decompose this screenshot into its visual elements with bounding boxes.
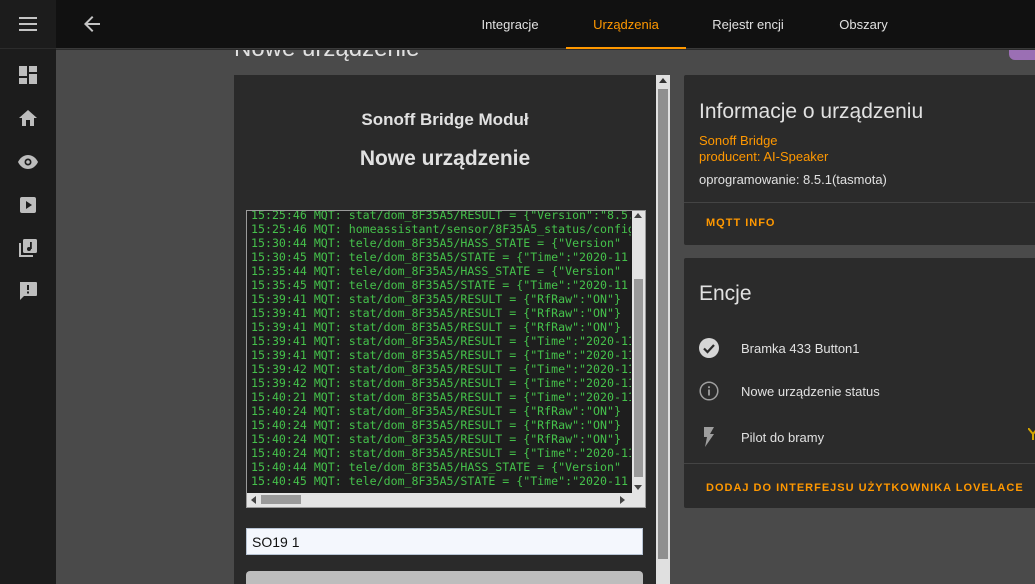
console-line: 15:35:45 MQT: tele/dom_8F35A5/STATE = {"… bbox=[251, 278, 628, 292]
sidebar bbox=[0, 0, 56, 584]
add-to-lovelace-button[interactable]: DODAJ DO INTERFEJSU UŻYTKOWNIKA LOVELACE bbox=[706, 482, 1024, 494]
page-title: Nowe urządzenie bbox=[234, 50, 419, 63]
card-divider bbox=[684, 463, 1035, 464]
dashboard-grid-icon bbox=[19, 66, 37, 84]
toggle-icon[interactable] bbox=[1028, 428, 1035, 440]
entity-row[interactable]: Bramka 433 Button1 bbox=[698, 333, 1028, 363]
back-button[interactable] bbox=[78, 10, 106, 38]
console-line: 15:25:46 MQT: stat/dom_8F35A5/RESULT = {… bbox=[251, 210, 631, 222]
sidebar-item-watch[interactable] bbox=[0, 142, 56, 182]
console-line: 15:39:41 MQT: stat/dom_8F35A5/RESULT = {… bbox=[251, 348, 631, 362]
console-line: 15:40:24 MQT: stat/dom_8F35A5/RESULT = {… bbox=[251, 432, 621, 446]
entity-name: Nowe urządzenie status bbox=[741, 383, 880, 399]
card-divider bbox=[684, 202, 1035, 203]
tab-entity-registry[interactable]: Rejestr encji bbox=[693, 0, 803, 49]
console-scroll-thumb[interactable] bbox=[634, 279, 643, 477]
console-line: 15:30:45 MQT: tele/dom_8F35A5/STATE = {"… bbox=[251, 250, 628, 264]
scroll-up-arrow-icon[interactable] bbox=[634, 213, 642, 218]
device-image bbox=[1009, 50, 1035, 60]
device-info-title: Informacje o urządzeniu bbox=[699, 100, 924, 123]
sidebar-item-messages[interactable] bbox=[0, 271, 56, 311]
scroll-right-arrow-icon[interactable] bbox=[620, 496, 625, 504]
sidebar-item-home[interactable] bbox=[0, 98, 56, 138]
eye-icon bbox=[18, 155, 38, 169]
mqtt-info-button[interactable]: MQTT INFO bbox=[706, 217, 776, 229]
entity-row[interactable]: Pilot do bramy bbox=[698, 422, 1028, 452]
check-circle-icon bbox=[698, 337, 720, 359]
flash-icon bbox=[698, 426, 720, 448]
dialog-scroll-thumb[interactable] bbox=[658, 89, 668, 559]
play-box-icon bbox=[20, 197, 36, 213]
tab-areas[interactable]: Obszary bbox=[816, 0, 911, 49]
device-info-card: Informacje o urządzeniu Sonoff Bridge pr… bbox=[684, 75, 1035, 245]
command-input[interactable] bbox=[246, 528, 643, 555]
home-icon bbox=[19, 110, 37, 126]
entity-name: Pilot do bramy bbox=[741, 429, 825, 445]
console-hscroll-thumb[interactable] bbox=[261, 495, 301, 504]
device-firmware: oprogramowanie: 8.5.1(tasmota) bbox=[699, 172, 887, 187]
sidebar-item-media[interactable] bbox=[0, 185, 56, 225]
dialog-scrollbar[interactable] bbox=[656, 75, 670, 584]
console-line: 15:39:41 MQT: stat/dom_8F35A5/RESULT = {… bbox=[251, 320, 621, 334]
entity-row[interactable]: Nowe urządzenie status bbox=[698, 376, 1028, 406]
device-manufacturer: producent: AI-Speaker bbox=[699, 149, 829, 164]
scroll-left-arrow-icon[interactable] bbox=[251, 496, 256, 504]
music-library-icon bbox=[19, 239, 37, 257]
console-line: 15:40:24 MQT: stat/dom_8F35A5/RESULT = {… bbox=[251, 446, 631, 460]
console-line: 15:39:41 MQT: stat/dom_8F35A5/RESULT = {… bbox=[251, 292, 621, 306]
console-horizontal-scrollbar[interactable] bbox=[247, 493, 645, 507]
top-app-bar: Integracje Urządzenia Rejestr encji Obsz… bbox=[56, 0, 1035, 49]
console-line: 15:25:46 MQT: homeassistant/sensor/8F35A… bbox=[251, 222, 631, 236]
device-console-dialog: Sonoff Bridge Moduł Nowe urządzenie 15:2… bbox=[234, 75, 670, 584]
tab-integrations[interactable]: Integracje bbox=[456, 0, 564, 49]
console-line: 15:39:41 MQT: stat/dom_8F35A5/RESULT = {… bbox=[251, 334, 631, 348]
dialog-title: Nowe urządzenie bbox=[359, 147, 531, 170]
hamburger-menu-icon bbox=[19, 17, 37, 31]
info-outline-icon bbox=[698, 380, 720, 402]
dialog-scroll-up-icon[interactable] bbox=[659, 78, 667, 83]
sidebar-item-overview[interactable] bbox=[0, 55, 56, 95]
entities-card: Encje Bramka 433 Button1 Nowe urządzenie… bbox=[684, 258, 1035, 508]
console-line: 15:39:42 MQT: stat/dom_8F35A5/RESULT = {… bbox=[251, 362, 631, 376]
arrow-left-icon bbox=[84, 16, 100, 32]
console-line: 15:35:44 MQT: tele/dom_8F35A5/HASS_STATE… bbox=[251, 264, 621, 278]
console-line: 15:39:42 MQT: stat/dom_8F35A5/RESULT = {… bbox=[251, 376, 631, 390]
main-content: Nowe urządzenie Sonoff Bridge Moduł Nowe… bbox=[56, 50, 1035, 584]
console-line: 15:40:21 MQT: stat/dom_8F35A5/RESULT = {… bbox=[251, 390, 631, 404]
device-model-link[interactable]: Sonoff Bridge bbox=[699, 133, 778, 148]
chat-alert-icon bbox=[20, 282, 37, 300]
console-line: 15:40:45 MQT: tele/dom_8F35A5/STATE = {"… bbox=[251, 474, 628, 488]
scroll-down-arrow-icon[interactable] bbox=[634, 485, 642, 490]
console-line: 15:39:41 MQT: stat/dom_8F35A5/RESULT = {… bbox=[251, 306, 621, 320]
sidebar-item-library[interactable] bbox=[0, 228, 56, 268]
tab-devices[interactable]: Urządzenia bbox=[566, 0, 686, 49]
console-line: 15:40:44 MQT: tele/dom_8F35A5/HASS_STATE… bbox=[251, 460, 621, 474]
console-line: 15:40:24 MQT: stat/dom_8F35A5/RESULT = {… bbox=[251, 404, 621, 418]
send-command-button[interactable] bbox=[246, 571, 643, 584]
console-log-text: 15:25:46 MQT: stat/dom_8F35A5/RESULT = {… bbox=[251, 210, 631, 488]
console-vertical-scrollbar[interactable] bbox=[632, 211, 645, 493]
console-line: 15:30:44 MQT: tele/dom_8F35A5/HASS_STATE… bbox=[251, 236, 621, 250]
menu-toggle-button[interactable] bbox=[0, 0, 56, 49]
entity-name: Bramka 433 Button1 bbox=[741, 340, 860, 356]
console-log[interactable]: 15:25:46 MQT: stat/dom_8F35A5/RESULT = {… bbox=[246, 210, 646, 508]
entities-title: Encje bbox=[699, 282, 752, 305]
dialog-subtitle: Sonoff Bridge Moduł bbox=[361, 110, 529, 129]
console-line: 15:40:24 MQT: stat/dom_8F35A5/RESULT = {… bbox=[251, 418, 621, 432]
